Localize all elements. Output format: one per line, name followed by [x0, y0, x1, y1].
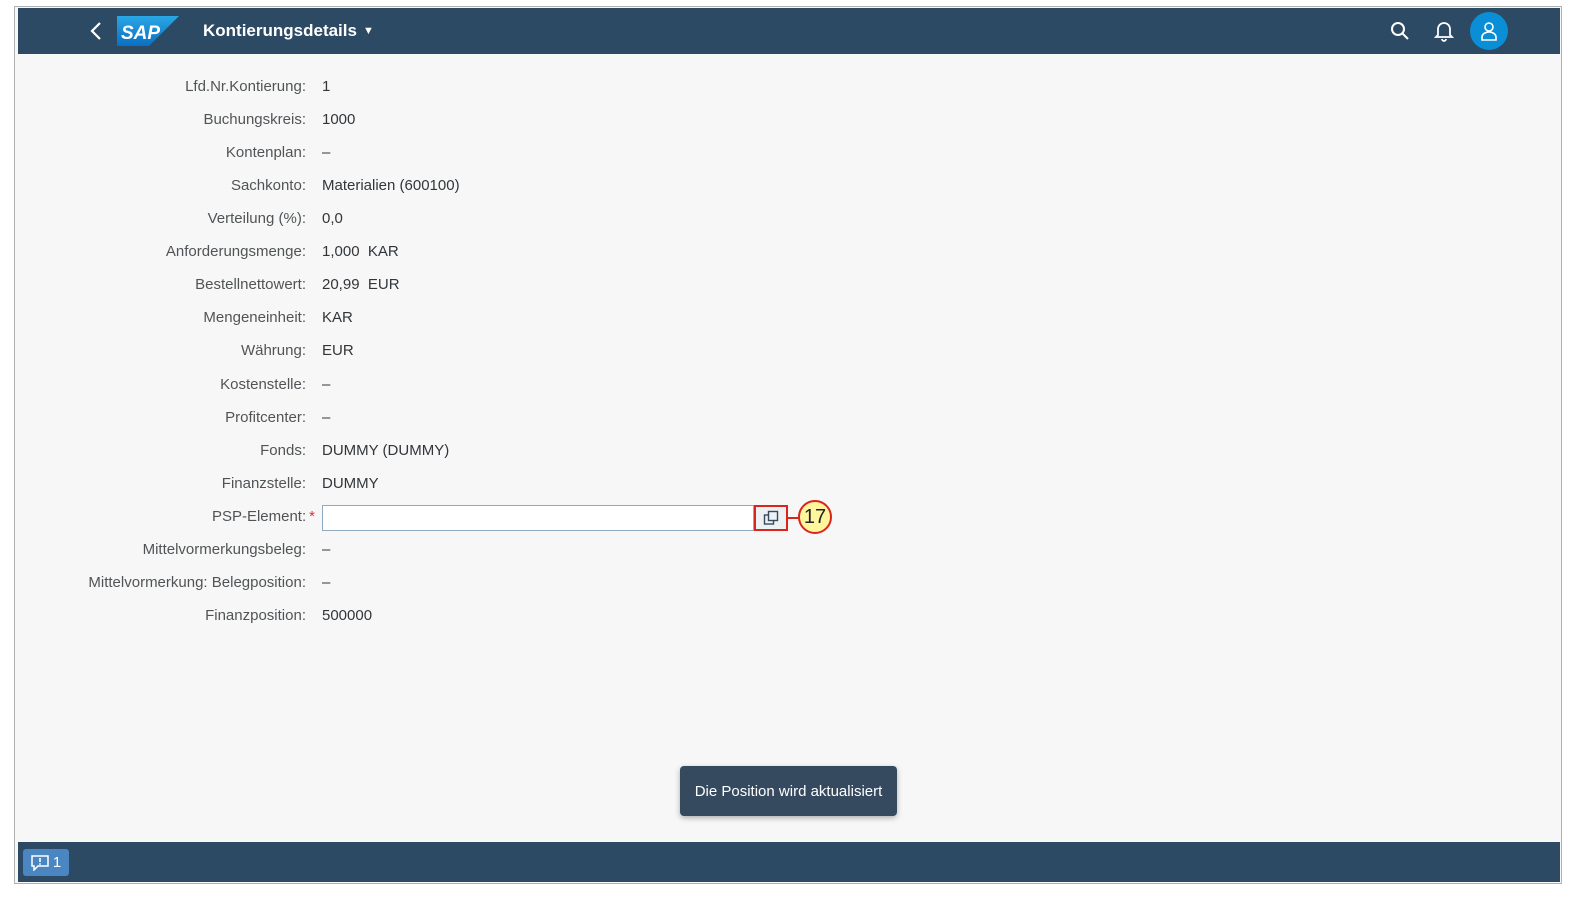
psp-element-field: 17 — [322, 500, 832, 534]
field-row: Profitcenter: – — [18, 406, 1560, 430]
field-row: Kontenplan: – — [18, 141, 1560, 165]
field-label: Buchungskreis: — [203, 111, 306, 128]
message-popover-button[interactable]: 1 — [23, 849, 69, 876]
field-label: Mengeneinheit: — [203, 309, 306, 326]
field-value: 1000 — [322, 111, 356, 128]
field-label: Mittelvormerkungsbeleg: — [142, 541, 306, 558]
psp-element-row: PSP-Element: * 17 — [18, 500, 1560, 534]
field-label: Bestellnettowert: — [195, 276, 306, 293]
message-count: 1 — [52, 854, 62, 871]
field-value: EUR — [322, 342, 354, 359]
field-value: KAR — [322, 309, 353, 326]
bell-icon — [1434, 22, 1454, 42]
field-value: Materialien (600100) — [322, 177, 460, 194]
field-value: – — [322, 376, 331, 393]
message-toast: Die Position wird aktualisiert — [680, 766, 897, 816]
field-value: 1,000 KAR — [322, 243, 399, 260]
field-value: 1 — [322, 78, 331, 95]
field-value: 0,0 — [322, 210, 343, 227]
field-row: Mittelvormerkungsbeleg: – — [18, 538, 1560, 562]
field-value: DUMMY — [322, 475, 379, 492]
field-value: – — [322, 144, 331, 161]
field-row: Buchungskreis: 1000 — [18, 108, 1560, 132]
field-row: Mittelvormerkung: Belegposition: – — [18, 571, 1560, 595]
field-label: Mittelvormerkung: Belegposition: — [88, 574, 306, 591]
user-icon — [1481, 22, 1497, 41]
field-label: Verteilung (%): — [207, 210, 306, 227]
field-label: Lfd.Nr.Kontierung: — [185, 78, 306, 95]
field-value: – — [322, 541, 331, 558]
field-value: – — [322, 574, 331, 591]
field-value: – — [322, 409, 331, 426]
page-title: Kontierungsdetails — [203, 21, 357, 40]
field-row: Kostenstelle: – — [18, 373, 1560, 397]
footer-bar: 1 — [18, 842, 1560, 882]
field-value: 500000 — [322, 607, 373, 624]
field-row: Fonds: DUMMY (DUMMY) — [18, 439, 1560, 463]
field-row: Währung: EUR — [18, 339, 1560, 363]
field-label: Währung: — [240, 342, 306, 359]
field-row: Anforderungsmenge: 1,000 KAR — [18, 240, 1560, 264]
field-label: Finanzstelle: — [221, 475, 306, 492]
shell-bar: SAP Kontierungsdetails ▼ — [18, 8, 1560, 54]
step-callout: 17 — [798, 500, 832, 534]
field-row: Lfd.Nr.Kontierung: 1 — [18, 75, 1560, 99]
field-row: Verteilung (%): 0,0 — [18, 207, 1560, 231]
search-button[interactable] — [1385, 16, 1415, 46]
back-icon — [90, 22, 101, 40]
notifications-button[interactable] — [1429, 16, 1459, 46]
app-title-menu[interactable]: Kontierungsdetails ▼ — [203, 8, 374, 54]
field-row: Finanzposition: 500000 — [18, 604, 1560, 628]
field-label: Fonds: — [260, 442, 306, 459]
svg-text:SAP: SAP — [121, 23, 160, 44]
form-content: Lfd.Nr.Kontierung: 1 Buchungskreis: 1000 K… — [18, 54, 1560, 842]
field-label: Finanzposition: — [205, 607, 306, 624]
field-row: Finanzstelle: DUMMY — [18, 472, 1560, 496]
back-button[interactable] — [80, 16, 112, 46]
value-help-icon — [763, 510, 779, 525]
psp-element-label: PSP-Element: * — [211, 508, 315, 525]
user-avatar-button[interactable] — [1470, 12, 1508, 50]
caret-down-icon: ▼ — [362, 25, 374, 37]
field-row: Sachkonto: Materialien (600100) — [18, 174, 1560, 198]
search-icon — [1391, 22, 1409, 40]
field-label: Anforderungsmenge: — [165, 243, 306, 260]
field-value: 20,99 EUR — [322, 276, 400, 293]
required-marker: * — [309, 508, 315, 525]
message-icon — [31, 854, 49, 871]
field-label: Sachkonto: — [230, 177, 306, 194]
psp-element-input[interactable] — [322, 505, 754, 531]
field-label: Kontenplan: — [225, 144, 306, 161]
field-row: Bestellnettowert: 20,99 EUR — [18, 273, 1560, 297]
field-row: Mengeneinheit: KAR — [18, 306, 1560, 330]
field-value: DUMMY (DUMMY) — [322, 442, 450, 459]
value-help-button[interactable] — [754, 505, 788, 531]
field-label: Kostenstelle: — [220, 376, 306, 393]
field-label: Profitcenter: — [225, 409, 306, 426]
sap-logo[interactable]: SAP — [117, 16, 179, 46]
